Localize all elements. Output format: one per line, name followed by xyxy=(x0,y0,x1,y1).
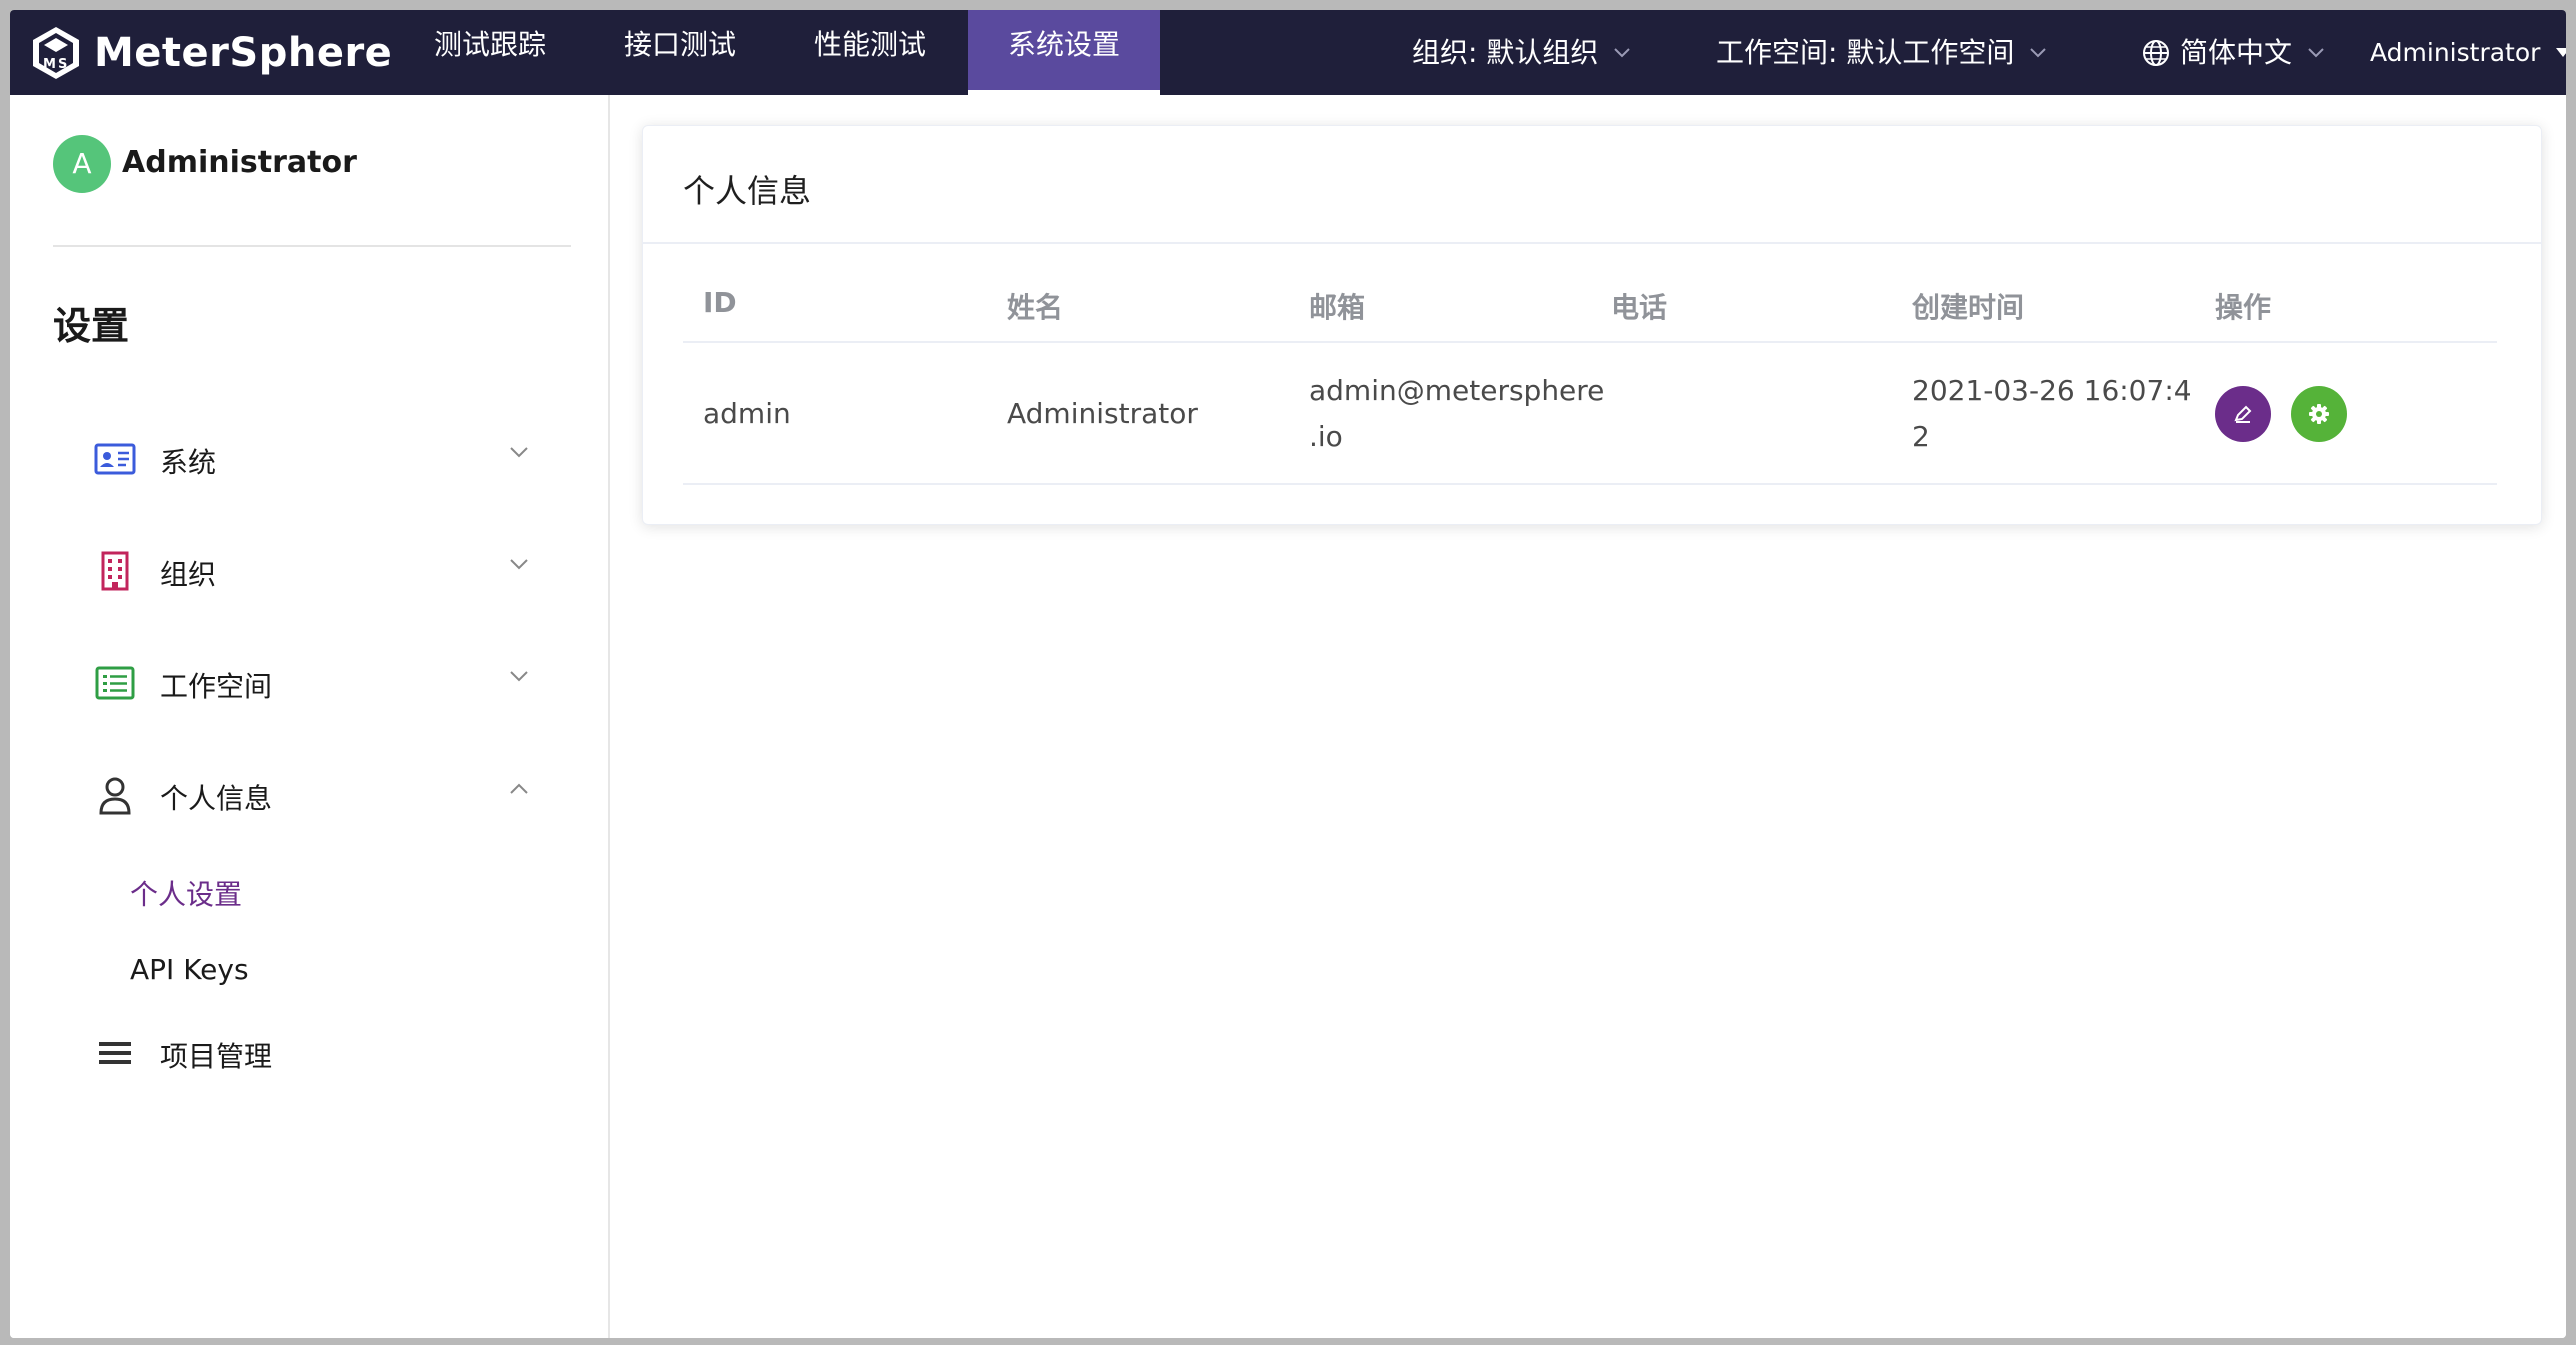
logo-text: MeterSphere xyxy=(94,30,393,76)
chevron-down-icon xyxy=(1614,47,1631,57)
chevron-down-icon xyxy=(510,559,528,570)
tab-api-test[interactable]: 接口测试 xyxy=(595,10,765,95)
chevron-down-icon xyxy=(2308,47,2324,57)
tab-label: 性能测试 xyxy=(813,28,926,61)
app-window: M S MeterSphere 测试跟踪 接口测试 性能测试 系统设置 组织: … xyxy=(10,10,2566,1338)
cell-email-line: admin@metersphere xyxy=(1309,374,1605,407)
chevron-down-icon xyxy=(2030,47,2047,57)
settings-icon xyxy=(2309,404,2329,424)
sidebar-title: 设置 xyxy=(53,304,130,348)
column-header-name: 姓名 xyxy=(1007,291,1064,324)
cell-id: admin xyxy=(703,397,791,430)
user-dropdown[interactable]: Administrator xyxy=(2370,10,2566,95)
language-dropdown[interactable]: 简体中文 xyxy=(2142,10,2324,95)
id-card-icon xyxy=(94,443,136,475)
cell-created-line: 2021-03-26 16:07:4 xyxy=(1912,374,2192,407)
cell-name: Administrator xyxy=(1007,397,1198,430)
tab-system-settings[interactable]: 系统设置 xyxy=(968,10,1160,95)
tab-label: 测试跟踪 xyxy=(433,28,546,61)
sidebar-item-workspace[interactable]: 工作空间 xyxy=(10,641,610,721)
sidebar-subitem-personal-settings[interactable]: 个人设置 xyxy=(130,873,242,913)
logo[interactable]: M S MeterSphere xyxy=(30,24,392,82)
avatar[interactable]: A xyxy=(53,135,111,193)
divider xyxy=(683,483,2497,485)
metersphere-logo-icon: M S xyxy=(33,27,79,79)
cell-email: admin@metersphere .io xyxy=(1309,368,1604,460)
svg-text:S: S xyxy=(58,57,67,72)
workspace-dropdown[interactable]: 工作空间: 默认工作空间 xyxy=(1716,10,2047,95)
edit-button[interactable] xyxy=(2215,386,2271,442)
building-icon xyxy=(101,551,129,591)
column-header-phone: 电话 xyxy=(1611,291,1668,324)
main-content: 个人信息 ID 姓名 邮箱 电话 创建时间 操作 admin Administr… xyxy=(610,95,2566,1338)
divider xyxy=(53,245,571,247)
org-dropdown[interactable]: 组织: 默认组织 xyxy=(1412,10,1631,95)
column-header-email: 邮箱 xyxy=(1309,291,1366,324)
tab-performance-test[interactable]: 性能测试 xyxy=(785,10,955,95)
menu-lines-icon xyxy=(99,1042,131,1064)
sidebar-user-name: Administrator xyxy=(122,145,357,180)
chevron-down-icon xyxy=(510,671,528,682)
cell-created-line: 2 xyxy=(1912,420,1930,453)
workspace-dropdown-label: 工作空间: 默认工作空间 xyxy=(1716,35,2015,69)
language-dropdown-label: 简体中文 xyxy=(2180,35,2293,69)
column-header-id: ID xyxy=(703,286,737,319)
sidebar-item-personal-info[interactable]: 个人信息 xyxy=(10,753,610,833)
user-dropdown-label: Administrator xyxy=(2370,37,2541,67)
chevron-down-icon xyxy=(510,447,528,458)
edit-icon xyxy=(2234,405,2252,423)
top-header: M S MeterSphere 测试跟踪 接口测试 性能测试 系统设置 组织: … xyxy=(10,10,2566,95)
sidebar-item-organization[interactable]: 组织 xyxy=(10,529,610,609)
tab-label: 系统设置 xyxy=(1007,28,1120,61)
cell-email-line: .io xyxy=(1309,420,1343,453)
divider xyxy=(683,341,2497,343)
svg-text:M: M xyxy=(43,57,56,72)
column-header-actions: 操作 xyxy=(2215,291,2272,324)
sidebar-item-label: 系统 xyxy=(160,446,217,479)
caret-down-icon xyxy=(2556,48,2566,57)
personal-info-card: 个人信息 ID 姓名 邮箱 电话 创建时间 操作 admin Administr… xyxy=(642,125,2542,525)
sidebar-item-label: 项目管理 xyxy=(160,1040,273,1073)
card-title: 个人信息 xyxy=(683,172,812,210)
settings-button[interactable] xyxy=(2291,386,2347,442)
chevron-up-icon xyxy=(510,783,528,794)
cell-created-time: 2021-03-26 16:07:4 2 xyxy=(1912,368,2192,460)
user-icon xyxy=(99,777,131,815)
sidebar-item-label: 组织 xyxy=(160,558,217,591)
sidebar: A Administrator 设置 系统 组织 工作空间 个人信息 个人设置 … xyxy=(10,95,610,1338)
column-header-created-time: 创建时间 xyxy=(1912,291,2025,324)
divider xyxy=(643,242,2541,244)
sidebar-subitem-api-keys[interactable]: API Keys xyxy=(130,953,249,986)
tab-label: 接口测试 xyxy=(623,28,736,61)
org-dropdown-label: 组织: 默认组织 xyxy=(1412,35,1599,69)
sidebar-item-project-management[interactable]: 项目管理 xyxy=(10,1011,610,1091)
sidebar-item-label: 工作空间 xyxy=(160,670,273,703)
list-icon xyxy=(95,666,135,700)
sidebar-item-label: 个人信息 xyxy=(160,782,273,815)
tab-test-tracking[interactable]: 测试跟踪 xyxy=(405,10,575,95)
globe-icon xyxy=(2143,39,2169,66)
sidebar-item-system[interactable]: 系统 xyxy=(10,417,610,497)
